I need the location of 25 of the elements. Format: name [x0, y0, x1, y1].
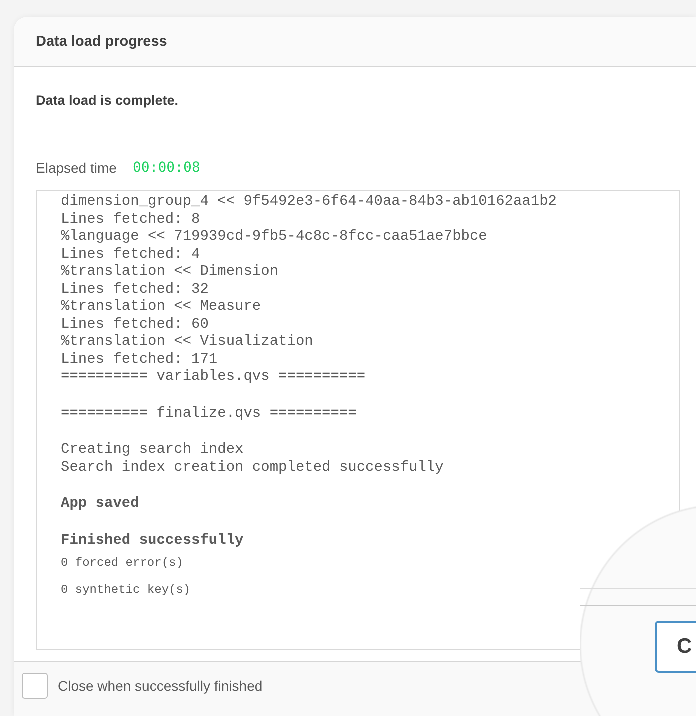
- log-line: Lines fetched: 8: [61, 212, 202, 229]
- status-message: Data load is complete.: [36, 93, 180, 108]
- elapsed-label: Elapsed time: [36, 160, 117, 176]
- log-line: Finished successfully: [61, 532, 245, 550]
- log-line: %translation << Visualization: [61, 334, 314, 352]
- checkbox-label[interactable]: Close when successfully finished: [58, 673, 263, 699]
- elapsed-time-value: 00:00:08: [132, 160, 200, 176]
- log-line: Lines fetched: 60: [61, 316, 210, 334]
- log-line: dimension_group_4 << 9f5492e3-6f64-40aa-84b3-ab10162aa1b2: [61, 194, 558, 212]
- log-line: Creating search index: [61, 442, 245, 460]
- log-line: Lines fetched: 171: [61, 352, 219, 369]
- log-line: 0 forced error(s): [61, 555, 184, 572]
- log-line: Lines fetched: 4: [61, 246, 202, 264]
- log-line: Search index creation completed successfully: [61, 460, 445, 477]
- log-line: ========== finalize.qvs ==========: [61, 406, 358, 423]
- dialog-title: Data load progress: [36, 34, 168, 50]
- log-line: ========== variables.qvs ==========: [61, 369, 367, 386]
- log-line: 0 synthetic key(s): [61, 582, 192, 599]
- log-line: App saved: [61, 496, 140, 514]
- log-line: %translation << Dimension: [61, 264, 280, 282]
- log-line: %language << 719939cd-9fb5-4c8c-8fcc-caa51ae7bbce: [61, 229, 488, 246]
- close-button[interactable]: C: [655, 621, 696, 673]
- log-line: %translation << Measure: [61, 299, 262, 316]
- checkbox[interactable]: [22, 673, 48, 699]
- log-line: Lines fetched: 32: [61, 282, 210, 299]
